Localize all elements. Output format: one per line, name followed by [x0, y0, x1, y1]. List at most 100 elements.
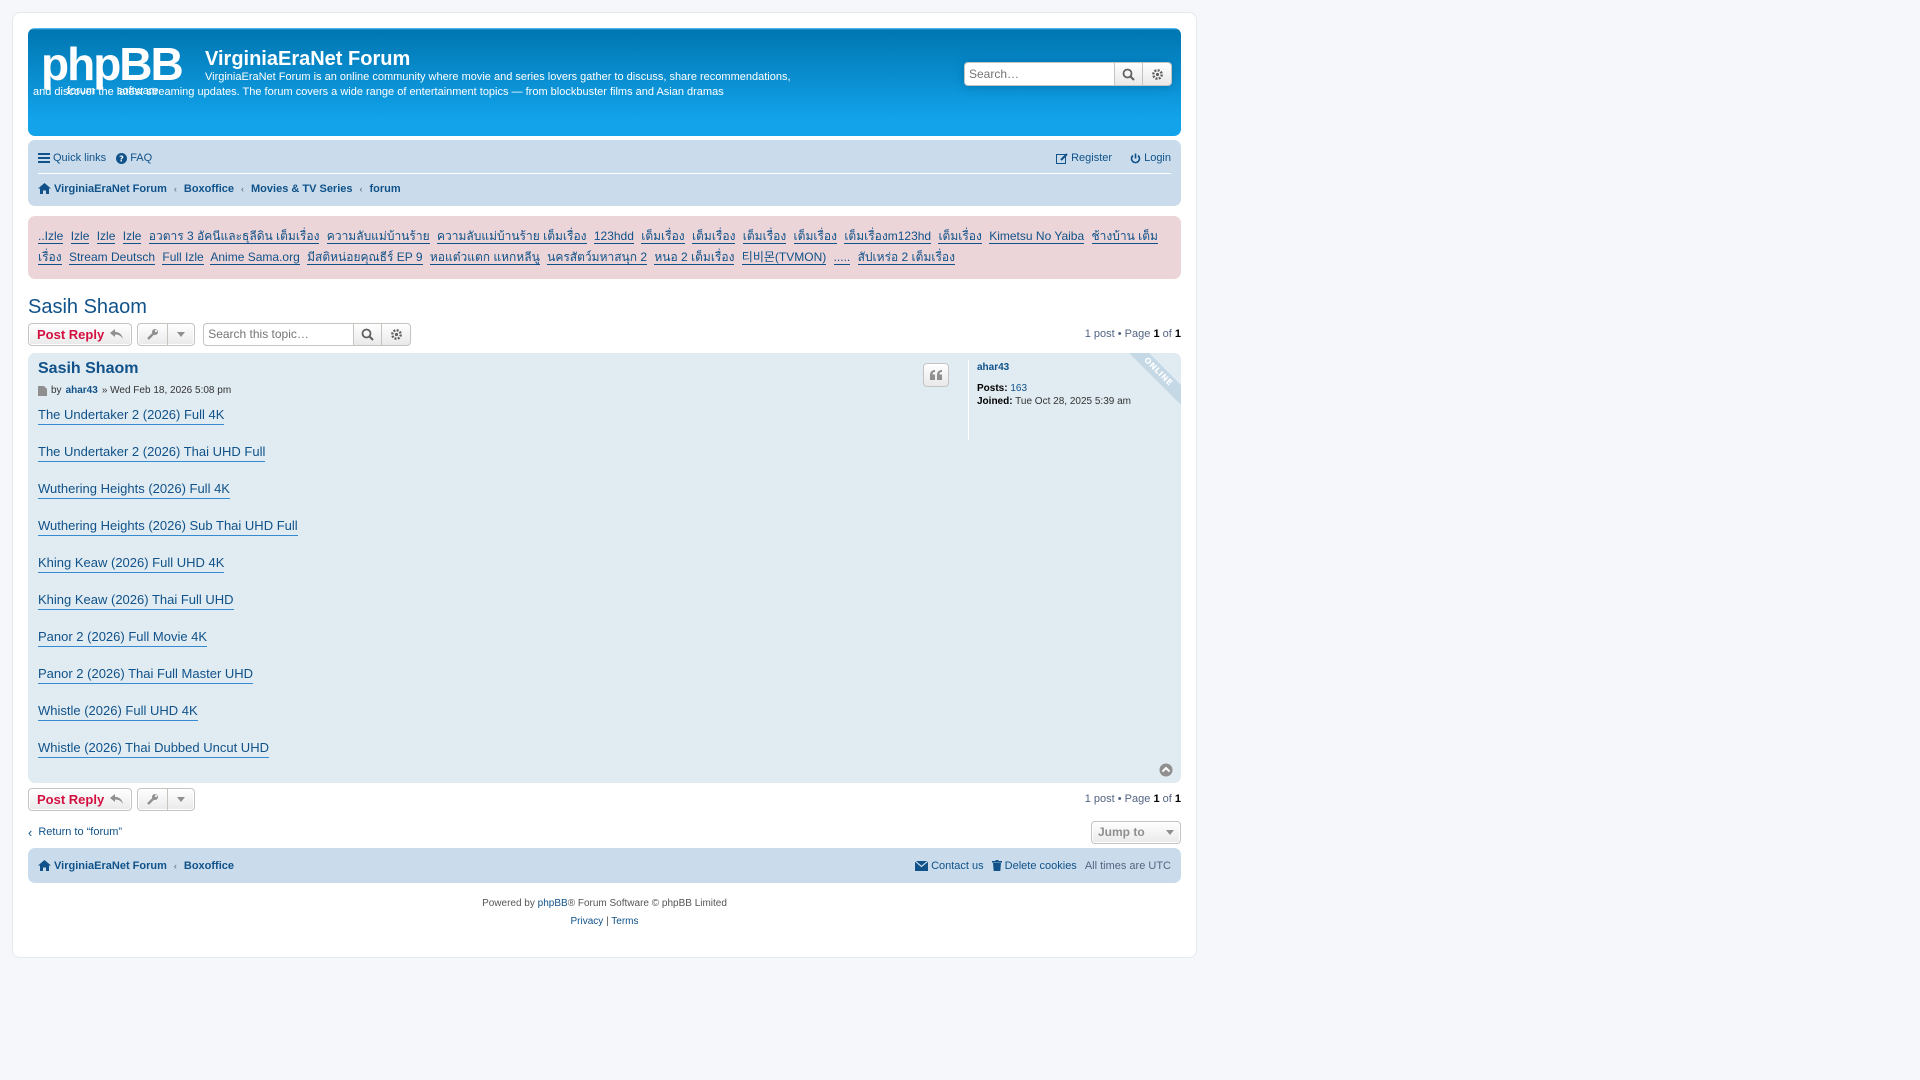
- announcement-link[interactable]: Izle: [122, 229, 142, 244]
- chevron-left-icon: ‹: [359, 183, 363, 194]
- post-link[interactable]: Khing Keaw (2026) Full UHD 4K: [38, 554, 225, 573]
- post-link-row: Panor 2 (2026) Full Movie 4K: [38, 628, 968, 647]
- topic-tools-button-bottom[interactable]: [137, 787, 196, 811]
- post-link[interactable]: The Undertaker 2 (2026) Full 4K: [38, 406, 225, 425]
- file-icon[interactable]: [38, 385, 47, 396]
- announcement-link[interactable]: 티비몬(TVMON): [741, 250, 827, 265]
- announcement-link[interactable]: มีสติหน่อยคุณธีร์ EP 9: [307, 250, 423, 265]
- pagination-top: 1 post • Page 1 of 1: [1085, 328, 1181, 340]
- announcement-link[interactable]: เต็มเรื่อง: [938, 229, 982, 244]
- announcement-link[interactable]: ..Izle: [38, 229, 64, 244]
- post-title[interactable]: Sasih Shaom: [38, 360, 968, 378]
- jump-to-button[interactable]: Jump to: [1091, 820, 1181, 844]
- post-by: by: [51, 385, 62, 396]
- terms-link[interactable]: Terms: [611, 916, 638, 927]
- announcement-link[interactable]: ความลับแม่บ้านร้าย เต็มเรื่อง: [436, 229, 587, 244]
- breadcrumb-home[interactable]: VirginiaEraNet Forum: [38, 183, 167, 195]
- announcement-link[interactable]: Izle: [70, 229, 90, 244]
- breadcrumb-boxoffice[interactable]: Boxoffice: [184, 183, 234, 195]
- quick-links-menu[interactable]: Quick links: [38, 152, 106, 164]
- topic-search-input[interactable]: [203, 322, 354, 346]
- post-reply-button-bottom[interactable]: Post Reply: [28, 787, 133, 811]
- footer-breadcrumb-boxoffice[interactable]: Boxoffice: [184, 860, 234, 872]
- contact-us-link[interactable]: Contact us: [915, 860, 984, 872]
- return-to-forum-label: Return to “forum”: [38, 826, 123, 838]
- announcement-link[interactable]: หนอ 2 เต็มเรื่อง: [654, 250, 735, 265]
- jump-to-label: Jump to: [1098, 825, 1145, 839]
- post-link[interactable]: Panor 2 (2026) Thai Full Master UHD: [38, 665, 254, 684]
- quote-icon: [929, 370, 942, 380]
- phpbb-link[interactable]: phpBB: [538, 898, 568, 909]
- announcement-link[interactable]: Stream Deutsch: [68, 250, 156, 265]
- jump-to-wrap: Jump to: [1091, 820, 1181, 844]
- announcement-link[interactable]: เต็มเรื่อง: [641, 229, 685, 244]
- announcement-link[interactable]: สัปเหร่อ 2 เต็มเรื่อง: [857, 250, 955, 265]
- announcement-link[interactable]: 123hdd: [593, 229, 634, 244]
- announcement-link[interactable]: .....: [833, 250, 851, 265]
- post-link-row: Panor 2 (2026) Thai Full Master UHD: [38, 665, 968, 684]
- header-bar: phpBB forum software VirginiaEraNet Foru…: [28, 28, 1181, 136]
- footer-breadcrumb-home[interactable]: VirginiaEraNet Forum: [38, 860, 167, 872]
- delete-cookies-link[interactable]: Delete cookies: [991, 860, 1077, 872]
- register-link[interactable]: Register: [1056, 152, 1112, 164]
- topic-title[interactable]: Sasih Shaom: [28, 296, 1181, 319]
- announcement-link[interactable]: Anime Sama.org: [210, 250, 300, 265]
- pagination-current: 1: [1153, 328, 1160, 340]
- action-bar-bottom: Post Reply 1 post • Page 1 of 1: [28, 786, 1181, 812]
- post-link[interactable]: Khing Keaw (2026) Thai Full UHD: [38, 591, 234, 610]
- announcement-link[interactable]: อวตาร 3 อัคนีและธุลีดิน เต็มเรื่อง: [148, 229, 320, 244]
- header-search-input[interactable]: [964, 62, 1114, 86]
- quote-button[interactable]: [923, 363, 949, 387]
- announcement-link[interactable]: เต็มเรื่องm123hd: [844, 229, 932, 244]
- breadcrumb-forum[interactable]: forum: [370, 183, 401, 195]
- reply-icon: [110, 794, 124, 804]
- announcement-link[interactable]: นครสัตว์มหาสนุก 2: [547, 250, 648, 265]
- announcement-link[interactable]: เต็มเรื่อง: [793, 229, 837, 244]
- wrench-icon: [146, 794, 158, 805]
- topic-tools-button[interactable]: [137, 322, 196, 346]
- post-link[interactable]: Wuthering Heights (2026) Full 4K: [38, 480, 230, 499]
- reply-icon: [110, 329, 124, 339]
- nav-user-links: Register Login: [1056, 152, 1171, 164]
- post-reply-button[interactable]: Post Reply: [28, 322, 133, 346]
- timezone-text: All times are UTC: [1084, 859, 1171, 872]
- privacy-link[interactable]: Privacy: [570, 916, 603, 927]
- online-status-label: ONLINE: [1123, 353, 1181, 409]
- site-title[interactable]: VirginiaEraNet Forum: [205, 48, 410, 71]
- post-link-row: Khing Keaw (2026) Full UHD 4K: [38, 554, 968, 573]
- envelope-icon: [915, 860, 929, 871]
- back-to-top-icon[interactable]: [1159, 763, 1173, 777]
- breadcrumb-movies-tv[interactable]: Movies & TV Series: [251, 183, 353, 195]
- post-content: The Undertaker 2 (2026) Full 4K The Under…: [38, 406, 968, 758]
- announcement-link[interactable]: เต็มเรื่อง: [742, 229, 787, 244]
- profile-posts-value[interactable]: 163: [1010, 383, 1027, 394]
- post-link[interactable]: Wuthering Heights (2026) Sub Thai UHD Fu…: [38, 517, 298, 536]
- post-author-link[interactable]: ahar43: [66, 385, 98, 396]
- return-to-forum-link[interactable]: ‹ Return to “forum”: [28, 825, 122, 840]
- header-search-button[interactable]: [1114, 62, 1143, 86]
- announcement-link[interactable]: Izle: [96, 229, 116, 244]
- post-reply-label-bottom: Post Reply: [37, 791, 105, 807]
- search-icon: [361, 328, 374, 341]
- topic-advanced-search-button[interactable]: [382, 322, 412, 346]
- post-link-row: Khing Keaw (2026) Thai Full UHD: [38, 591, 968, 610]
- announcement-link[interactable]: Full Izle: [162, 250, 204, 265]
- announcement-link[interactable]: หอแต๋วแตก แหกหลีนู: [429, 250, 540, 265]
- advanced-search-button[interactable]: [1143, 62, 1172, 86]
- announcement-link[interactable]: ความลับแม่บ้านร้าย: [326, 229, 430, 244]
- post-link[interactable]: The Undertaker 2 (2026) Thai UHD Full: [38, 443, 266, 462]
- power-icon: [1130, 153, 1141, 163]
- home-icon: [38, 860, 51, 871]
- announcement-link[interactable]: Kimetsu No Yaiba: [989, 229, 1085, 244]
- post-link[interactable]: Whistle (2026) Full UHD 4K: [38, 702, 198, 721]
- profile-joined-label: Joined:: [977, 396, 1013, 407]
- post-link-row: The Undertaker 2 (2026) Thai UHD Full: [38, 443, 968, 462]
- pagination-of-bottom: of: [1162, 793, 1172, 805]
- topic-search-button[interactable]: [353, 322, 383, 346]
- faq-link[interactable]: ? FAQ: [116, 152, 152, 164]
- announcement-link[interactable]: เต็มเรื่อง: [692, 229, 736, 244]
- login-link[interactable]: Login: [1130, 152, 1171, 164]
- post-link[interactable]: Whistle (2026) Thai Dubbed Uncut UHD: [38, 739, 269, 758]
- post-link-row: Whistle (2026) Thai Dubbed Uncut UHD: [38, 739, 968, 758]
- post-link[interactable]: Panor 2 (2026) Full Movie 4K: [38, 628, 208, 647]
